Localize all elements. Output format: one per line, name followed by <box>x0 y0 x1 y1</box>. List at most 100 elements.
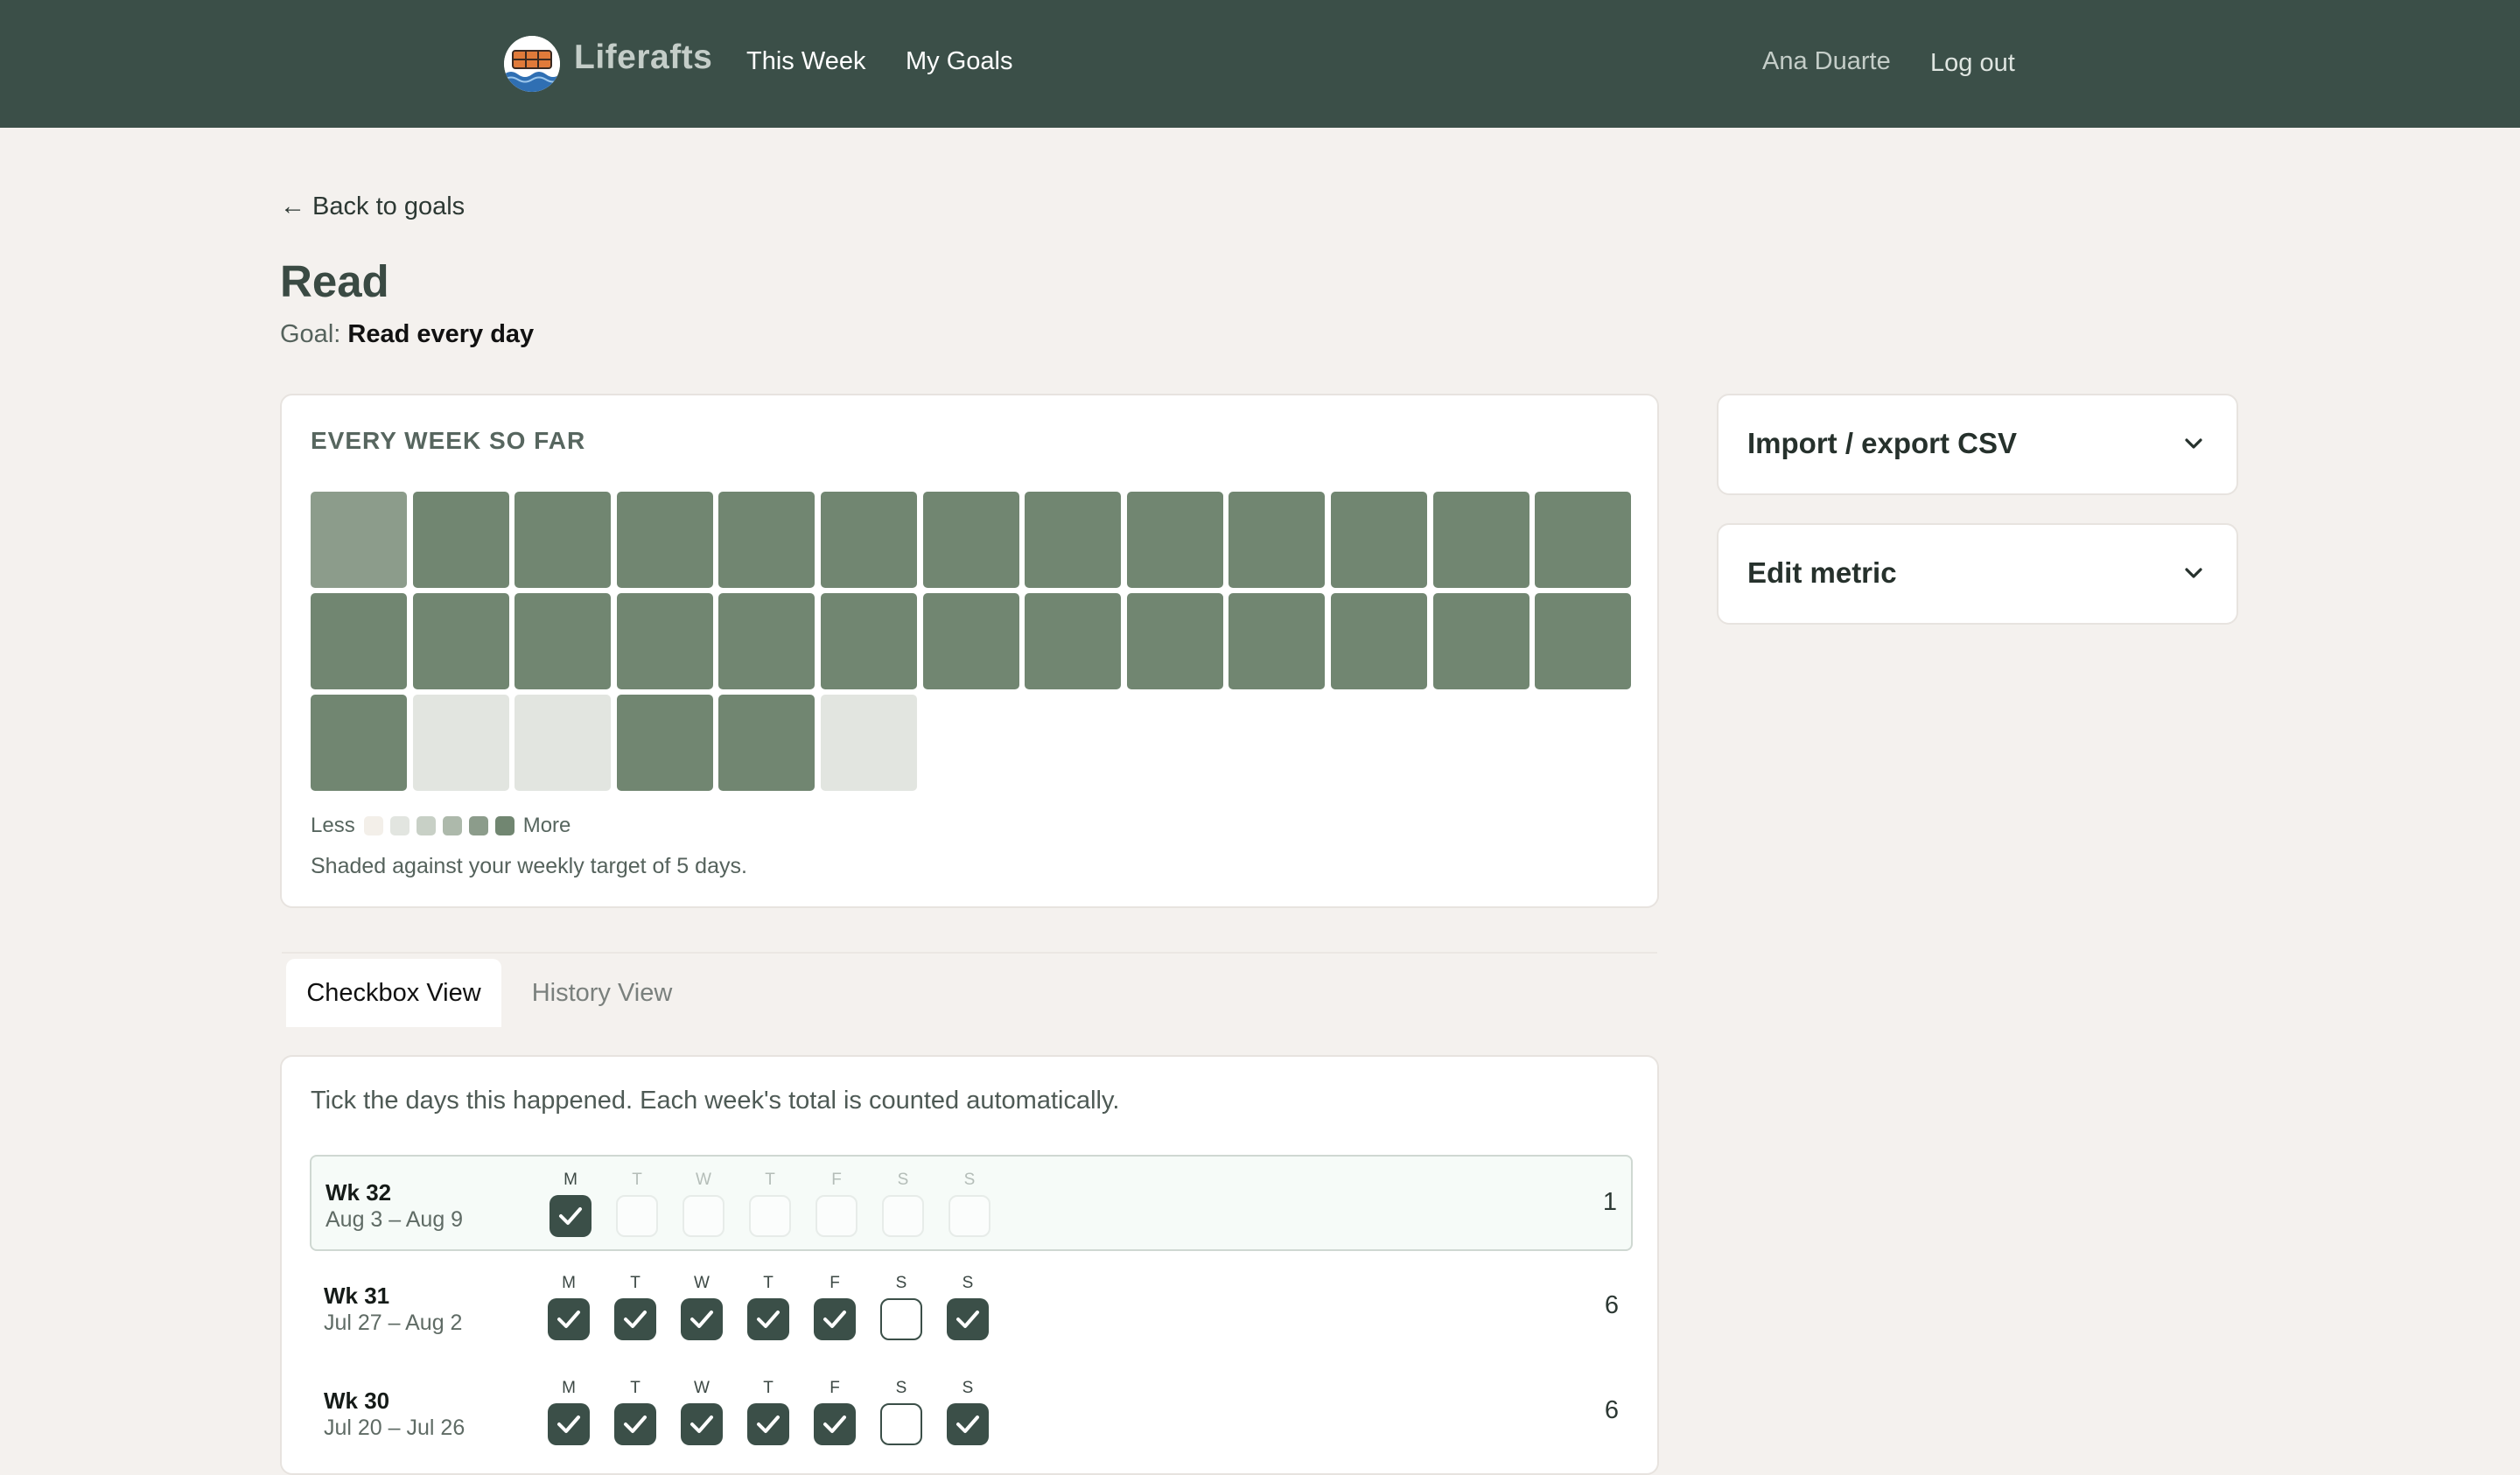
heatmap-week-cell[interactable] <box>1433 593 1530 689</box>
day-checkbox-checked[interactable] <box>747 1403 789 1445</box>
week-total: 6 <box>1604 1396 1619 1424</box>
legend-more-label: More <box>522 814 571 837</box>
heatmap-week-cell[interactable] <box>718 593 815 689</box>
heatmap-week-cell[interactable] <box>514 695 611 791</box>
heatmap-week-cell[interactable] <box>311 695 407 791</box>
day-checkbox-checked[interactable] <box>947 1403 989 1445</box>
checkmark-icon <box>624 1311 647 1328</box>
chevron-down-icon[interactable] <box>2180 560 2207 586</box>
import-export-csv-title: Import / export CSV <box>1747 427 2018 459</box>
checkmark-icon <box>757 1416 780 1433</box>
day-column: F <box>816 1157 858 1253</box>
heatmap-week-cell[interactable] <box>718 492 815 588</box>
heatmap-week-cell[interactable] <box>514 492 611 588</box>
day-column: M <box>548 1260 590 1356</box>
heatmap-week-cell[interactable] <box>413 593 509 689</box>
week-label: Wk 31 <box>324 1283 390 1309</box>
nav-this-week[interactable]: This Week <box>746 47 865 76</box>
day-letter: F <box>831 1171 842 1189</box>
heatmap-week-cell[interactable] <box>821 492 917 588</box>
import-export-csv-panel[interactable]: Import / export CSV <box>1717 394 2238 495</box>
day-column: W <box>681 1365 723 1461</box>
heatmap-week-cell[interactable] <box>1535 492 1631 588</box>
heatmap-week-cell[interactable] <box>1228 593 1325 689</box>
checkmark-icon <box>956 1311 979 1328</box>
heatmap-week-cell[interactable] <box>1127 492 1223 588</box>
heatmap-week-cell[interactable] <box>821 695 917 791</box>
checkmark-icon <box>823 1416 846 1433</box>
day-letter: W <box>694 1379 710 1397</box>
heatmap-week-cell[interactable] <box>1025 492 1121 588</box>
heatmap-week-cell[interactable] <box>311 593 407 689</box>
day-letter: T <box>632 1171 642 1189</box>
logout-link[interactable]: Log out <box>1930 49 2015 78</box>
heatmap-week-cell[interactable] <box>1127 593 1223 689</box>
heatmap-week-cell[interactable] <box>413 492 509 588</box>
heatmap-week-cell[interactable] <box>1228 492 1325 588</box>
heatmap-week-cell[interactable] <box>1535 593 1631 689</box>
nav-my-goals[interactable]: My Goals <box>906 47 1012 76</box>
heatmap-week-cell[interactable] <box>1433 492 1530 588</box>
legend-less-label: Less <box>311 814 355 837</box>
heatmap-week-cell[interactable] <box>1025 593 1121 689</box>
day-column: F <box>814 1260 856 1356</box>
day-checkbox-checked[interactable] <box>814 1298 856 1340</box>
heatmap-week-cell[interactable] <box>1331 492 1427 588</box>
day-checkbox-checked[interactable] <box>614 1298 656 1340</box>
heatmap-week-cell[interactable] <box>617 593 713 689</box>
heatmap-week-cell[interactable] <box>514 593 611 689</box>
heatmap-week-cell[interactable] <box>923 492 1019 588</box>
tab-history-view[interactable]: History View <box>523 959 681 1027</box>
heatmap-week-cell[interactable] <box>1331 593 1427 689</box>
day-checkbox <box>616 1195 658 1237</box>
legend-swatch <box>363 816 383 835</box>
chevron-down-icon[interactable] <box>2180 430 2207 457</box>
day-checkbox <box>948 1195 990 1237</box>
day-checkbox-checked[interactable] <box>614 1403 656 1445</box>
checkmark-icon <box>557 1416 580 1433</box>
day-column: T <box>614 1365 656 1461</box>
user-name[interactable]: Ana Duarte <box>1762 47 1891 76</box>
liferafts-logo[interactable] <box>504 36 560 92</box>
day-letter: W <box>694 1274 710 1292</box>
day-checkbox-checked[interactable] <box>947 1298 989 1340</box>
week-label: Wk 32 <box>326 1179 392 1206</box>
week-total: 1 <box>1602 1188 1617 1216</box>
day-letter: S <box>962 1274 974 1292</box>
heatmap-week-cell[interactable] <box>617 695 713 791</box>
heatmap-week-cell[interactable] <box>821 593 917 689</box>
heatmap-note: Shaded against your weekly target of 5 d… <box>311 854 747 878</box>
view-tabs: Checkbox View History View <box>282 952 1657 1027</box>
day-checkbox-checked[interactable] <box>550 1195 592 1237</box>
tab-checkbox-view[interactable]: Checkbox View <box>286 959 501 1027</box>
heatmap-week-cell[interactable] <box>413 695 509 791</box>
legend-swatch <box>494 816 514 835</box>
heatmap-week-cell[interactable] <box>617 492 713 588</box>
heatmap-heading: EVERY WEEK SO FAR <box>311 427 586 454</box>
week-row: Wk 32 Aug 3 – Aug 9 M T W T F S S 1 <box>310 1155 1633 1251</box>
checkmark-icon <box>956 1416 979 1433</box>
edit-metric-panel[interactable]: Edit metric <box>1717 523 2238 625</box>
back-to-goals-link[interactable]: ← Back to goals <box>280 192 465 221</box>
heatmap-week-cell[interactable] <box>923 593 1019 689</box>
day-checkbox-checked[interactable] <box>548 1403 590 1445</box>
day-letter: S <box>895 1274 907 1292</box>
legend-swatch <box>389 816 410 835</box>
day-checkbox-checked[interactable] <box>814 1403 856 1445</box>
day-letter: M <box>562 1274 576 1292</box>
goal-line: Goal: Read every day <box>280 320 534 349</box>
brand-name[interactable]: Liferafts <box>574 38 712 77</box>
heatmap-week-cell[interactable] <box>718 695 815 791</box>
day-checkbox-checked[interactable] <box>681 1298 723 1340</box>
day-column: S <box>880 1365 922 1461</box>
day-letter: S <box>962 1379 974 1397</box>
day-checkbox-checked[interactable] <box>747 1298 789 1340</box>
day-checkbox-checked[interactable] <box>548 1298 590 1340</box>
week-label: Wk 30 <box>324 1388 390 1414</box>
heatmap-week-cell[interactable] <box>311 492 407 588</box>
day-checkbox[interactable] <box>880 1403 922 1445</box>
day-checkbox[interactable] <box>880 1298 922 1340</box>
checkmark-icon <box>557 1311 580 1328</box>
checkmark-icon <box>757 1311 780 1328</box>
day-checkbox-checked[interactable] <box>681 1403 723 1445</box>
